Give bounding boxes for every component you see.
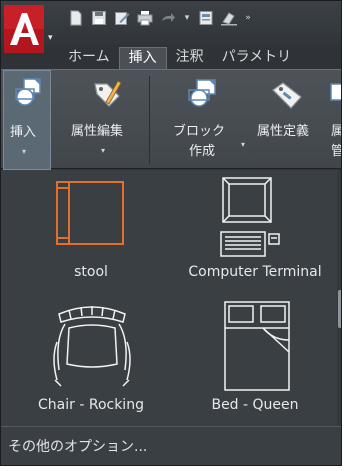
edit-icon[interactable] [113,9,131,27]
create-block-button[interactable]: ブロック 作成 ▾ [161,70,251,170]
manage-attributes-label-line1: 属 [331,124,341,140]
new-icon[interactable] [67,9,85,27]
app-menu-dropdown-icon: ▾ [48,33,53,43]
insert-block-gallery-panel: ▾ ▾ » ホーム 挿入 注釈 パラメトリ 挿入 ▾ 属性編集 ▾ ブロック 作… [0,0,342,466]
block-label-stool: stool [74,264,108,280]
manage-attributes-icon [330,83,341,101]
insert-block-icon [15,78,41,106]
edit-attribute-tag-icon [94,80,122,107]
dropdown-icon[interactable]: ▾ [182,9,192,27]
block-tile-stool[interactable]: stool [21,170,161,294]
tab-parametric[interactable]: パラメトリ [213,47,301,69]
print-icon[interactable] [136,9,154,27]
gallery-scrollbar-thumb[interactable] [338,290,341,328]
more-icon[interactable]: » [243,9,253,27]
create-block-dropdown-icon[interactable]: ▾ [241,140,245,149]
edit-attribute-dropdown-icon[interactable]: ▾ [101,146,105,155]
edit-attribute-button[interactable]: 属性編集 ▾ [57,70,141,170]
erase-icon[interactable] [220,9,238,27]
computer-terminal-icon [220,177,280,257]
block-gallery: stool Computer Terminal Chair - Rocking … [1,170,341,426]
create-block-label-line1: ブロック [173,124,226,139]
stool-icon [56,181,124,245]
insert-button-label: 挿入 [10,125,37,140]
define-attribute-label: 属性定義 [257,124,310,139]
block-tile-computer-terminal[interactable]: Computer Terminal [175,170,335,294]
layer-icon[interactable] [197,9,215,27]
tab-home[interactable]: ホーム [59,47,119,69]
more-options-link[interactable]: その他のオプション... [8,436,147,456]
gallery-footer: その他のオプション... [1,426,341,465]
block-tile-chair-rocking[interactable]: Chair - Rocking [21,296,161,420]
rocking-chair-icon [53,306,131,387]
block-label-computer-terminal: Computer Terminal [188,264,322,280]
ribbon-tab-bar: ホーム 挿入 注釈 パラメトリ [59,45,341,69]
block-label-chair-rocking: Chair - Rocking [38,397,144,413]
edit-attribute-label: 属性編集 [71,124,124,139]
ribbon-panel: 挿入 ▾ 属性編集 ▾ ブロック 作成 ▾ 属性定義 [1,69,341,170]
autocad-logo-icon [4,5,44,53]
insert-block-button[interactable]: 挿入 ▾ [3,70,51,170]
title-bar: ▾ ▾ » [1,1,341,53]
redo-icon[interactable] [159,9,177,27]
block-label-bed-queen: Bed - Queen [211,397,299,413]
quick-access-toolbar: ▾ » [67,7,253,29]
create-block-icon [188,79,216,107]
define-attribute-tag-icon [272,82,302,109]
tab-annotate[interactable]: 注釈 [167,47,213,69]
manage-attributes-label-line2: 管 [331,144,341,160]
create-block-label-line2: 作成 [189,144,216,159]
tab-insert[interactable]: 挿入 [118,47,167,69]
save-icon[interactable] [90,9,108,27]
insert-dropdown-icon[interactable]: ▾ [22,147,26,156]
manage-attributes-button[interactable]: 属 管 [325,70,341,170]
ribbon-separator [149,76,150,164]
define-attribute-button[interactable]: 属性定義 [253,70,323,170]
application-menu-button[interactable]: ▾ [4,5,56,63]
queen-bed-icon [224,301,290,391]
block-tile-bed-queen[interactable]: Bed - Queen [175,296,335,420]
